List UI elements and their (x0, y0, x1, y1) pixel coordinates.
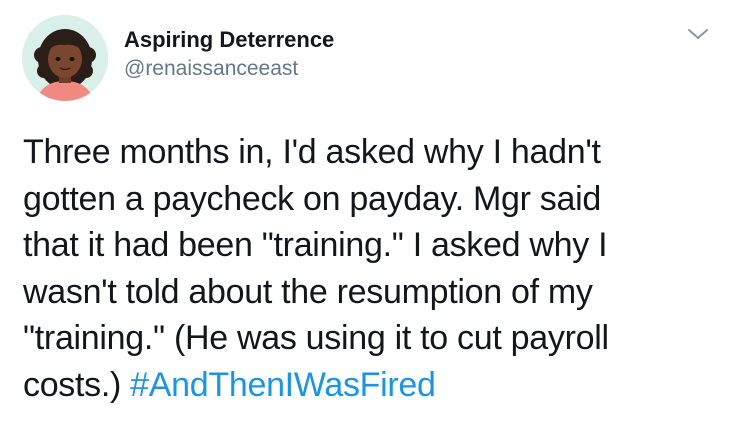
tweet-text-line: that it had been "training." I asked why… (23, 226, 608, 264)
chevron-down-icon (688, 29, 708, 39)
author-avatar[interactable] (22, 15, 108, 101)
tweet-text-tail: costs.) (23, 365, 131, 404)
cartoon-woman-avatar-icon (22, 15, 108, 101)
tweet-text-line: wasn't told about the resumption of my (23, 272, 593, 311)
hashtag-link[interactable]: #AndThenIWasFired (130, 366, 436, 404)
tweet-card: Aspiring Deterrence @renaissanceeast Thr… (0, 0, 732, 443)
tweet-text-line: gotten a paycheck on payday. Mgr said (23, 179, 601, 218)
author-info: Aspiring Deterrence @renaissanceeast (124, 27, 334, 82)
author-display-name[interactable]: Aspiring Deterrence (124, 27, 334, 53)
tweet-menu-button[interactable] (685, 24, 711, 44)
tweet-text-line: "training." (He was using it to cut payr… (23, 319, 609, 357)
author-handle[interactable]: @renaissanceeast (124, 56, 334, 82)
tweet-text-line: Three months in, I'd asked why I hadn't (23, 133, 601, 171)
tweet-text-last-line: costs.) #AndThenIWasFired (23, 362, 723, 409)
tweet-text: Three months in, I'd asked why I hadn't … (23, 129, 723, 408)
